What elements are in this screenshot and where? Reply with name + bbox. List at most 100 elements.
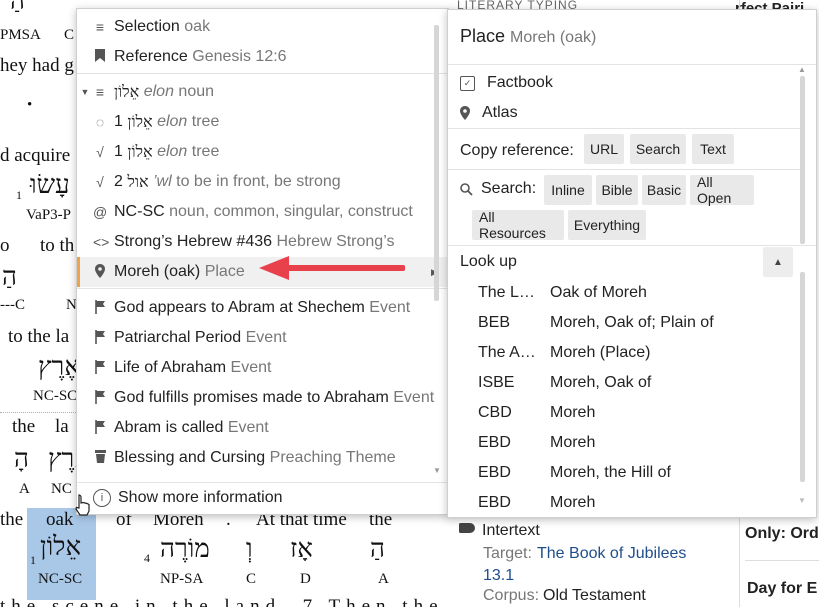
root-icon: √ bbox=[96, 174, 104, 190]
lookup-row[interactable]: The A… Moreh (Place) bbox=[478, 338, 798, 368]
search-all-open-button[interactable]: All Open bbox=[690, 174, 754, 206]
lookup-row[interactable]: BEB Moreh, Oak of; Plain of bbox=[478, 308, 798, 338]
search-inline-button[interactable]: Inline bbox=[544, 175, 592, 205]
selected-english-word[interactable]: oak bbox=[46, 509, 73, 531]
show-more-information[interactable]: i Show more information bbox=[77, 483, 448, 513]
word-number: 1 bbox=[30, 553, 36, 567]
lookup-source: EBD bbox=[478, 464, 511, 481]
side-text: Day for E bbox=[747, 580, 818, 597]
panel-scrollbar[interactable] bbox=[800, 272, 805, 482]
copy-url-button[interactable]: URL bbox=[584, 134, 624, 164]
menu-item-event[interactable]: Blessing and Cursing Preaching Theme bbox=[77, 443, 448, 473]
morph-tag: NC-SC bbox=[33, 388, 78, 404]
panel-title: Place bbox=[460, 26, 506, 46]
hebrew-word: וְ bbox=[246, 534, 253, 564]
flag-icon bbox=[93, 359, 107, 377]
event-type: Preaching Theme bbox=[269, 449, 396, 466]
place-label: Moreh (oak) bbox=[114, 263, 201, 280]
lookup-entry: Moreh, Oak of; Plain of bbox=[550, 314, 714, 331]
collapse-button[interactable]: ▲ bbox=[763, 247, 793, 277]
corpus-value: Old Testament bbox=[543, 587, 646, 604]
menu-item-event[interactable]: Life of Abraham Event bbox=[77, 353, 448, 383]
lookup-row[interactable]: CBD Moreh bbox=[478, 398, 798, 428]
reference-label: Reference bbox=[114, 48, 188, 65]
menu-item-root[interactable]: √ 2 אול ’wl to be in front, be strong bbox=[77, 167, 448, 197]
atlas-link[interactable]: Atlas bbox=[460, 98, 518, 128]
annotation-arrow bbox=[259, 256, 405, 280]
search-everything-button[interactable]: Everything bbox=[568, 210, 646, 240]
event-label: God appears to Abram at Shechem bbox=[114, 299, 365, 316]
menu-item-event[interactable]: Patriarchal Period Event bbox=[77, 323, 448, 353]
factbook-link[interactable]: ✓ Factbook bbox=[460, 68, 553, 98]
copy-search-button[interactable]: Search bbox=[630, 134, 686, 164]
target-reference[interactable]: 13.1 bbox=[483, 567, 514, 585]
copy-text-button[interactable]: Text bbox=[692, 134, 734, 164]
english-word: o bbox=[0, 235, 10, 256]
lemma-hebrew: אֵלוֹן bbox=[114, 82, 140, 101]
root-transliteration: ’wl bbox=[153, 173, 172, 190]
divider bbox=[448, 64, 816, 65]
sense-hebrew: אֵלוֹן bbox=[127, 112, 153, 131]
search-basic-button[interactable]: Basic bbox=[642, 175, 686, 205]
place-type: Place bbox=[204, 263, 245, 280]
panel-scrollbar-top[interactable] bbox=[800, 76, 805, 244]
menu-item-event[interactable]: God appears to Abram at Shechem Event bbox=[77, 293, 448, 323]
lemma-transliteration: elon bbox=[143, 83, 174, 100]
menu-item-event[interactable]: Abram is called Event bbox=[77, 413, 448, 443]
scroll-down-icon[interactable]: ▼ bbox=[798, 496, 806, 505]
event-type: Event bbox=[369, 299, 411, 316]
scroll-down-icon[interactable]: ▼ bbox=[433, 466, 441, 475]
divider bbox=[448, 245, 816, 246]
target-link[interactable]: The Book of Jubilees bbox=[537, 545, 686, 563]
lookup-source: CBD bbox=[478, 404, 512, 421]
morph-description: noun, common, singular, construct bbox=[169, 203, 413, 220]
menu-item-selection[interactable]: ≡ Selection oak bbox=[77, 12, 448, 42]
divider bbox=[0, 412, 80, 413]
target-label: Target: bbox=[483, 545, 532, 562]
divider bbox=[448, 128, 803, 129]
lookup-row[interactable]: EBD Moreh bbox=[478, 428, 798, 458]
reference-value: Genesis 12:6 bbox=[192, 48, 287, 65]
lookup-entry: Moreh (Place) bbox=[550, 344, 651, 361]
root-hebrew: אֵלוֹן bbox=[127, 142, 153, 161]
event-label: Blessing and Cursing bbox=[114, 449, 266, 466]
menu-item-sense[interactable]: ◌ 1 אֵלוֹן elon tree bbox=[77, 107, 448, 137]
lookup-row[interactable]: EBD Moreh, the Hill of bbox=[478, 458, 798, 488]
menu-item-root[interactable]: √ 1 אֵלוֹן elon tree bbox=[77, 137, 448, 167]
morph-tag: A bbox=[378, 571, 389, 587]
morph-tag: VaP3-P bbox=[26, 207, 72, 223]
bookmark-icon bbox=[93, 49, 107, 65]
lookup-row[interactable]: The L… Oak of Moreh bbox=[478, 278, 798, 308]
lookup-source: The L… bbox=[478, 284, 535, 301]
search-bible-button[interactable]: Bible bbox=[596, 175, 638, 205]
lookup-entry: Moreh bbox=[550, 434, 596, 451]
root-gloss: to be in front, be strong bbox=[176, 173, 341, 190]
lookup-entry: Moreh bbox=[550, 494, 596, 511]
flag-icon bbox=[93, 389, 107, 407]
menu-item-strongs[interactable]: <> Strong’s Hebrew #436 Hebrew Strong’s bbox=[77, 227, 448, 257]
menu-item-morphology[interactable]: @ NC-SC noun, common, singular, construc… bbox=[77, 197, 448, 227]
code-brackets-icon: <> bbox=[93, 234, 110, 250]
lookup-row[interactable]: ISBE Moreh, Oak of bbox=[478, 368, 798, 398]
menu-scrollbar[interactable] bbox=[434, 25, 439, 301]
panel-subtitle: Moreh (oak) bbox=[510, 29, 597, 46]
lemma-part-of-speech: noun bbox=[178, 83, 215, 100]
hebrew-word: הַ bbox=[370, 534, 385, 564]
scroll-up-icon[interactable]: ▲ bbox=[798, 65, 806, 74]
search-all-resources-button[interactable]: All Resources bbox=[472, 209, 564, 241]
menu-item-lemma[interactable]: ▼ ≡ אֵלוֹן elon noun bbox=[77, 77, 448, 107]
corpus-label: Corpus: bbox=[483, 587, 540, 604]
english-line-2: d acquire bbox=[0, 145, 71, 166]
root-transliteration: elon bbox=[157, 143, 188, 160]
sense-circle-icon: ◌ bbox=[95, 114, 105, 130]
tag-top-1: PMSA bbox=[0, 27, 41, 43]
menu-item-reference[interactable]: Reference Genesis 12:6 bbox=[77, 42, 448, 72]
collapse-caret-icon[interactable]: ▼ bbox=[77, 87, 93, 97]
lookup-row[interactable]: EBD Moreh bbox=[478, 488, 798, 517]
selected-hebrew-word[interactable]: אֵלוֹן bbox=[40, 532, 81, 562]
panel-title-row: Place Moreh (oak) bbox=[460, 26, 596, 47]
event-label: God fulfills promises made to Abraham bbox=[114, 389, 389, 406]
morph-code: NC-SC bbox=[114, 203, 165, 220]
menu-item-event[interactable]: God fulfills promises made to Abraham Ev… bbox=[77, 383, 448, 413]
morph-tag: A bbox=[19, 481, 30, 497]
